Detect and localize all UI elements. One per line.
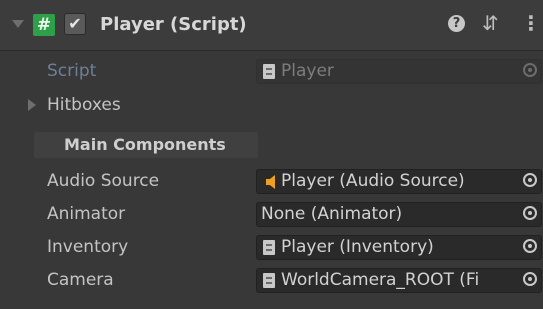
object-picker-icon[interactable] bbox=[523, 206, 537, 220]
inventory-label: Inventory bbox=[47, 237, 129, 257]
camera-row: Camera WorldCamera_ROOT (Fi bbox=[0, 265, 543, 295]
animator-field[interactable]: None (Animator) bbox=[256, 202, 542, 227]
inspector-component-panel: # ✔ Player (Script) ? ⇵ ⋮ Script Player … bbox=[0, 0, 543, 309]
foldout-arrow-icon[interactable] bbox=[12, 20, 24, 28]
section-header: Main Components bbox=[34, 132, 258, 158]
script-row: Script Player bbox=[0, 56, 543, 86]
audio-source-row: Audio Source Player (Audio Source) bbox=[0, 166, 543, 196]
help-icon[interactable]: ? bbox=[448, 15, 465, 32]
inventory-value: Player (Inventory) bbox=[281, 237, 434, 257]
script-field: Player bbox=[256, 59, 542, 84]
audio-source-field[interactable]: Player (Audio Source) bbox=[256, 169, 542, 194]
presets-icon[interactable]: ⇵ bbox=[482, 12, 499, 34]
hitboxes-label[interactable]: Hitboxes bbox=[47, 90, 121, 120]
component-title: Player (Script) bbox=[100, 14, 247, 35]
script-label: Script bbox=[47, 61, 97, 81]
script-file-icon bbox=[263, 240, 275, 255]
component-enabled-checkbox[interactable]: ✔ bbox=[64, 13, 86, 35]
camera-label: Camera bbox=[47, 270, 114, 290]
animator-label: Animator bbox=[47, 204, 126, 224]
animator-value: None (Animator) bbox=[261, 204, 403, 224]
hitboxes-foldout[interactable]: Hitboxes bbox=[0, 90, 543, 120]
inventory-row: Inventory Player (Inventory) bbox=[0, 232, 543, 262]
script-file-icon bbox=[263, 64, 275, 79]
audio-source-label: Audio Source bbox=[47, 171, 160, 191]
foldout-right-arrow-icon[interactable] bbox=[28, 99, 36, 111]
object-picker-icon bbox=[523, 63, 537, 77]
script-field-value: Player bbox=[281, 61, 334, 81]
object-picker-icon[interactable] bbox=[523, 272, 537, 286]
inventory-field[interactable]: Player (Inventory) bbox=[256, 235, 542, 260]
camera-field[interactable]: WorldCamera_ROOT (Fi bbox=[256, 268, 542, 293]
audio-source-icon bbox=[266, 175, 275, 189]
section-header-label: Main Components bbox=[64, 135, 226, 154]
object-picker-icon[interactable] bbox=[523, 239, 537, 253]
component-header[interactable]: # ✔ Player (Script) ? ⇵ ⋮ bbox=[0, 0, 543, 51]
animator-row: Animator None (Animator) bbox=[0, 199, 543, 229]
camera-value: WorldCamera_ROOT (Fi bbox=[281, 270, 480, 290]
audio-source-value: Player (Audio Source) bbox=[281, 171, 465, 191]
script-file-icon bbox=[263, 273, 275, 288]
csharp-script-icon: # bbox=[33, 14, 55, 36]
kebab-menu-icon[interactable]: ⋮ bbox=[521, 12, 541, 34]
object-picker-icon[interactable] bbox=[523, 173, 537, 187]
